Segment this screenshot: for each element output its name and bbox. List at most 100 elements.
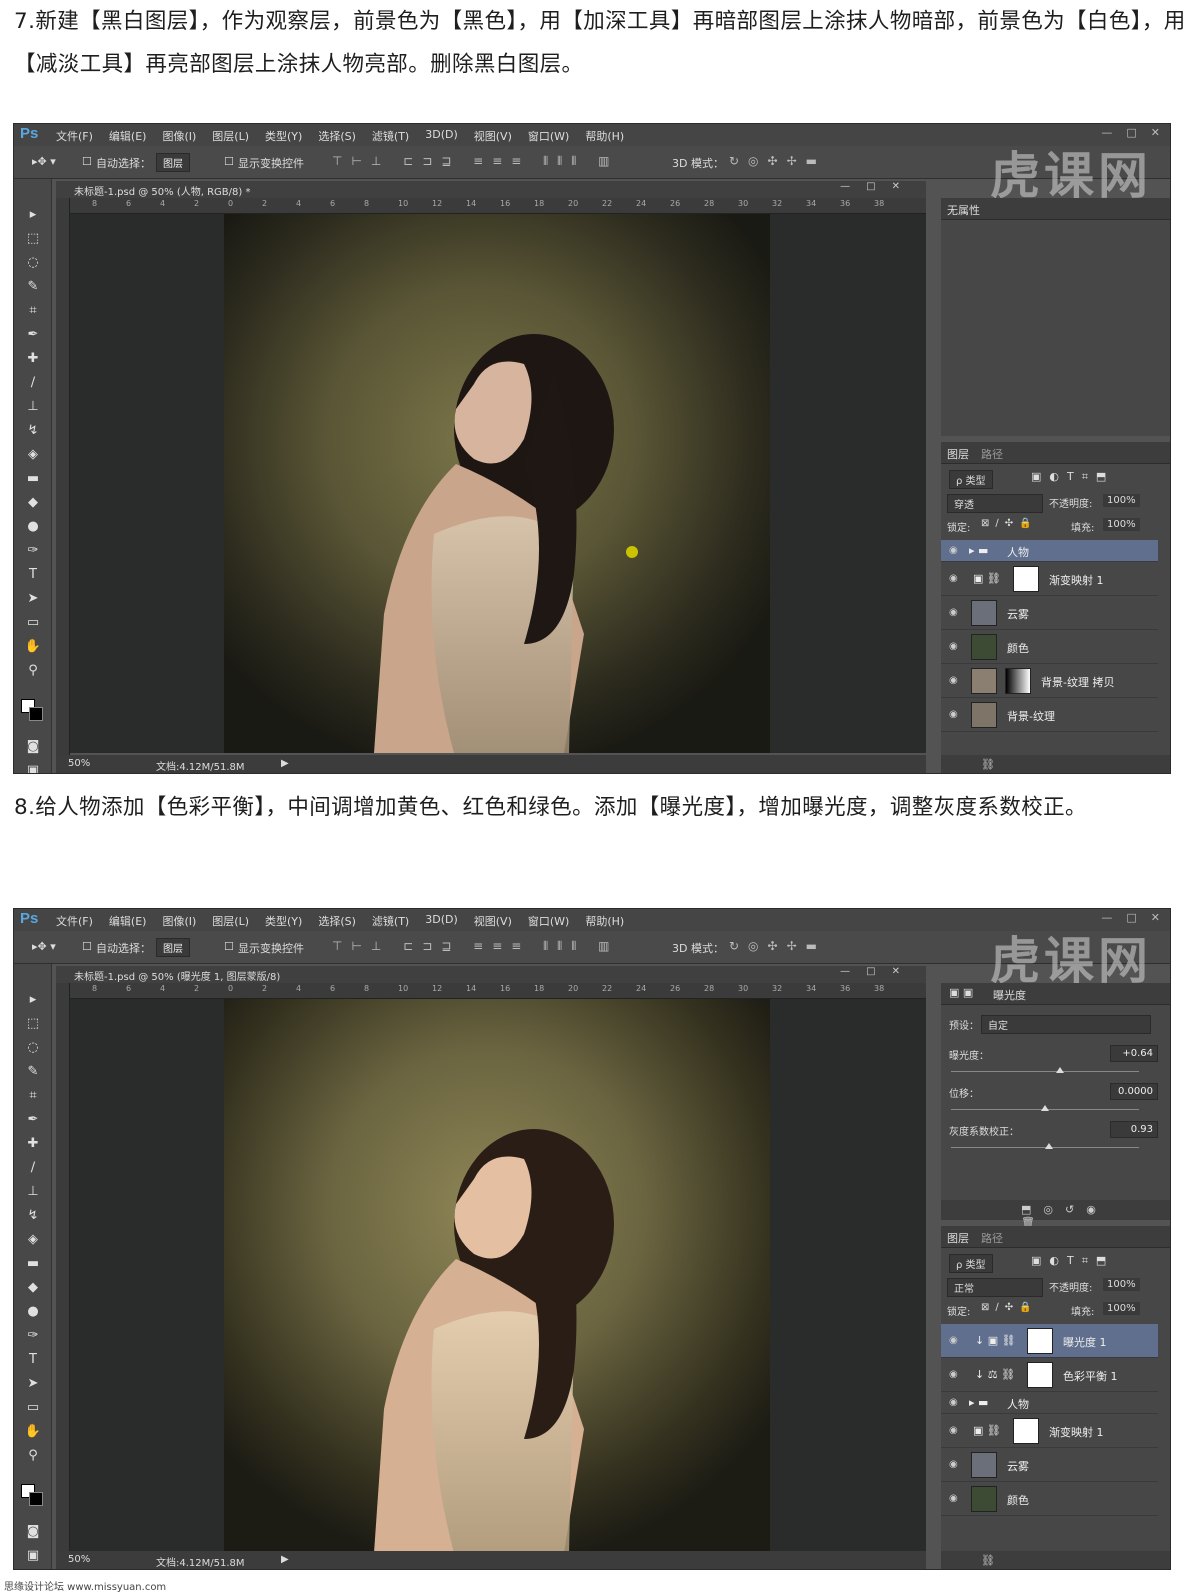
hand-icon[interactable]: ✋ [23,1422,43,1442]
type-icon[interactable]: T [23,1350,43,1370]
filter-icons[interactable]: ▣◐T⌗⬒ [1031,470,1114,484]
opacity-value[interactable]: 100% [1103,494,1140,507]
shape-icon[interactable]: ▭ [23,613,43,633]
gradient-icon[interactable]: ▬ [23,1254,43,1274]
menu-layer[interactable]: 图层(L) [212,913,249,929]
hand-icon[interactable]: ✋ [23,637,43,657]
document-tab[interactable]: 未标题-1.psd @ 50% (人物, RGB/8) * —□✕ [56,181,926,198]
layer-row[interactable]: ◉ ▣ ⛓ 渐变映射 1 [941,562,1158,596]
document-controls[interactable]: —□✕ [840,181,916,192]
history-brush-icon[interactable]: ↯ [23,1206,43,1226]
document-controls[interactable]: —□✕ [840,966,916,977]
layer-row[interactable]: ◉ 颜色 [941,630,1158,664]
crop-icon[interactable]: ⌗ [23,301,43,321]
visibility-eye-icon[interactable]: ◉ [949,1493,958,1504]
background-color-swatch[interactable] [29,1492,43,1506]
crop-icon[interactable]: ⌗ [23,1086,43,1106]
move-icon[interactable]: ▸ [23,990,43,1010]
lasso-icon[interactable]: ◌ [23,253,43,273]
tab-paths[interactable]: 路径 [981,446,1003,462]
menu-window[interactable]: 窗口(W) [528,913,569,929]
blend-mode-dropdown[interactable]: 正常 [947,1278,1043,1297]
menu-select[interactable]: 选择(S) [318,128,356,144]
close-icon[interactable]: ✕ [1151,911,1160,924]
auto-select-checkbox[interactable]: ☐ [82,940,92,953]
eraser-icon[interactable]: ◈ [23,1230,43,1250]
layers-footer-icons[interactable]: ⛓fx▣◐▬▤🗑 [941,1551,1170,1569]
offset-slider[interactable] [951,1105,1139,1111]
layer-row[interactable]: ◉ ↓ ▣ ⛓ 曝光度 1 [941,1324,1158,1358]
eyedropper-icon[interactable]: ✒ [23,325,43,345]
visibility-eye-icon[interactable]: ◉ [949,641,958,652]
align-icons[interactable]: ⊤⊢⊥ ⊏⊐⊒ ≡≡≡ ⫴⫴⫴ ▥ [332,154,618,169]
visibility-eye-icon[interactable]: ◉ [949,1335,958,1346]
menu-image[interactable]: 图像(I) [162,128,196,144]
move-tool-icon[interactable]: ▸✥ ▾ [32,155,56,168]
visibility-eye-icon[interactable]: ◉ [949,1369,958,1380]
layer-row[interactable]: ◉ 云雾 [941,596,1158,630]
blur-icon[interactable]: ◆ [23,493,43,513]
healing-icon[interactable]: ✚ [23,349,43,369]
offset-slider-knob[interactable] [1041,1105,1049,1111]
pen-icon[interactable]: ✑ [23,541,43,561]
gradient-icon[interactable]: ▬ [23,469,43,489]
visibility-eye-icon[interactable]: ◉ [949,573,958,584]
layer-row[interactable]: ◉ ▣ ⛓ 渐变映射 1 [941,1414,1158,1448]
fill-value[interactable]: 100% [1103,1302,1140,1315]
gamma-value[interactable]: 0.93 [1110,1121,1158,1138]
menu-window[interactable]: 窗口(W) [528,128,569,144]
exposure-value[interactable]: +0.64 [1110,1045,1158,1062]
history-brush-icon[interactable]: ↯ [23,421,43,441]
menu-type[interactable]: 类型(Y) [265,128,302,144]
filter-icons[interactable]: ▣◐T⌗⬒ [1031,1254,1114,1268]
layer-row[interactable]: ◉ 颜色 [941,1482,1158,1516]
layer-row[interactable]: ◉ 背景-纹理 [941,698,1158,732]
eyedropper-icon[interactable]: ✒ [23,1110,43,1130]
blend-mode-dropdown[interactable]: 穿透 [947,494,1043,513]
menu-help[interactable]: 帮助(H) [585,128,624,144]
menu-layer[interactable]: 图层(L) [212,128,249,144]
menu-file[interactable]: 文件(F) [56,913,93,929]
layer-row[interactable]: ◉ ▸ ▬ 人物 [941,540,1158,562]
quick-mask-icon[interactable]: ◙ [23,737,43,757]
gamma-slider[interactable] [951,1143,1139,1149]
menu-view[interactable]: 视图(V) [474,128,512,144]
menu-file[interactable]: 文件(F) [56,128,93,144]
fill-value[interactable]: 100% [1103,518,1140,531]
canvas-area[interactable] [70,214,926,753]
menu-view[interactable]: 视图(V) [474,913,512,929]
shape-icon[interactable]: ▭ [23,1398,43,1418]
visibility-eye-icon[interactable]: ◉ [949,709,958,720]
show-transform-checkbox[interactable]: ☐ [224,155,234,168]
menu-filter[interactable]: 滤镜(T) [372,913,409,929]
layer-row[interactable]: ◉ ▸ ▬ 人物 [941,1392,1158,1414]
zoom-level[interactable]: 50% [68,1554,90,1565]
document-tab[interactable]: 未标题-1.psd @ 50% (曝光度 1, 图层蒙版/8) —□✕ [56,966,926,983]
dodge-icon[interactable]: ● [23,1302,43,1322]
blur-icon[interactable]: ◆ [23,1278,43,1298]
show-transform-checkbox[interactable]: ☐ [224,940,234,953]
layer-filter-dropdown[interactable]: ρ 类型 [949,470,993,489]
healing-icon[interactable]: ✚ [23,1134,43,1154]
menu-3d[interactable]: 3D(D) [425,128,458,144]
menu-filter[interactable]: 滤镜(T) [372,128,409,144]
layer-filter-dropdown[interactable]: ρ 类型 [949,1254,993,1273]
preset-dropdown[interactable]: 自定 [981,1015,1151,1034]
background-color-swatch[interactable] [29,707,43,721]
auto-select-dropdown[interactable]: 图层 [156,153,190,172]
move-icon[interactable]: ▸ [23,205,43,225]
menu-edit[interactable]: 编辑(E) [109,128,147,144]
canvas-area[interactable] [70,999,926,1553]
offset-value[interactable]: 0.0000 [1110,1083,1158,1100]
menu-3d[interactable]: 3D(D) [425,913,458,929]
marquee-icon[interactable]: ⬚ [23,1014,43,1034]
zoom-icon[interactable]: ⚲ [23,661,43,681]
status-arrow-icon[interactable]: ▶ [281,758,289,769]
dodge-icon[interactable]: ● [23,517,43,537]
menu-image[interactable]: 图像(I) [162,913,196,929]
menu-type[interactable]: 类型(Y) [265,913,302,929]
visibility-eye-icon[interactable]: ◉ [949,1425,958,1436]
screen-mode-icon[interactable]: ▣ [23,1546,43,1566]
gamma-slider-knob[interactable] [1044,1143,1053,1149]
menu-edit[interactable]: 编辑(E) [109,913,147,929]
